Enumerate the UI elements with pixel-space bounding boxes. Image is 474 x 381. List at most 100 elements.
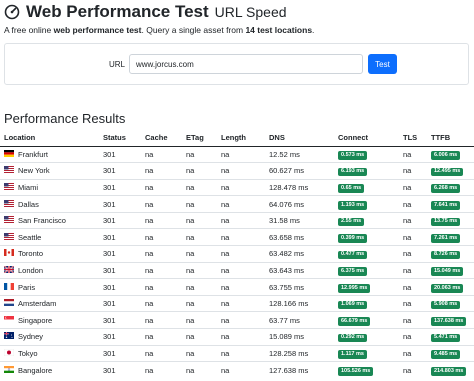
tls-cell: na xyxy=(399,361,427,379)
length-cell: na xyxy=(217,328,265,346)
tls-cell: na xyxy=(399,261,427,279)
fr-flag-icon xyxy=(4,282,14,290)
ttfb-badge: 6.268 ms xyxy=(431,184,461,193)
dns-cell: 64.076 ms xyxy=(265,195,334,213)
cache-cell: na xyxy=(141,278,182,296)
dns-cell: 60.627 ms xyxy=(265,162,334,180)
table-row: Singapore 301 na na na 63.77 ms 66.679 ms na 137… xyxy=(0,311,474,329)
location-name: Amsterdam xyxy=(18,299,57,309)
ttfb-cell: 8.726 ms xyxy=(427,245,474,263)
connect-cell: 6.193 ms xyxy=(334,162,399,180)
cache-cell: na xyxy=(141,211,182,229)
length-cell: na xyxy=(217,344,265,362)
location-name: Frankfurt xyxy=(18,149,49,159)
us-flag-icon xyxy=(4,232,14,240)
dns-cell: 63.755 ms xyxy=(265,278,334,296)
length-cell: na xyxy=(217,278,265,296)
col-tls-header: TLS xyxy=(399,130,427,147)
status-cell: 301 xyxy=(99,328,141,346)
col-length-header: Length xyxy=(217,130,265,147)
table-row: New York 301 na na na 60.627 ms 6.193 ms na 12.4… xyxy=(0,162,474,180)
location-cell: Singapore xyxy=(0,311,99,329)
connect-badge: 6.193 ms xyxy=(338,167,368,177)
dns-cell: 15.089 ms xyxy=(265,328,334,346)
dns-cell: 63.643 ms xyxy=(265,261,334,279)
ttfb-cell: 7.261 ms xyxy=(427,228,474,246)
etag-cell: na xyxy=(182,344,217,362)
url-form: URL Test xyxy=(4,43,469,85)
cache-cell: na xyxy=(141,195,182,213)
cache-cell: na xyxy=(141,145,182,163)
etag-cell: na xyxy=(182,294,217,312)
location-cell: Frankfurt xyxy=(0,145,99,163)
tls-cell: na xyxy=(399,278,427,296)
connect-cell: 0.399 ms xyxy=(334,228,399,246)
tls-cell: na xyxy=(399,211,427,229)
location-name: Bangalore xyxy=(18,365,53,375)
etag-cell: na xyxy=(182,162,217,180)
status-cell: 301 xyxy=(99,245,141,263)
table-row: Seattle 301 na na na 63.658 ms 0.399 ms na 7.261… xyxy=(0,228,474,246)
dns-cell: 31.58 ms xyxy=(265,211,334,229)
etag-cell: na xyxy=(182,178,217,196)
page-title: Web Performance Test xyxy=(26,2,209,21)
connect-badge: 0.292 ms xyxy=(338,333,368,343)
status-cell: 301 xyxy=(99,361,141,379)
tls-cell: na xyxy=(399,145,427,163)
de-flag-icon xyxy=(4,149,14,157)
connect-cell: 0.477 ms xyxy=(334,245,399,263)
ttfb-cell: 137.638 ms xyxy=(427,311,474,329)
ttfb-cell: 7.641 ms xyxy=(427,195,474,213)
location-cell: Miami xyxy=(0,178,99,196)
tls-cell: na xyxy=(399,311,427,329)
connect-cell: 0.573 ms xyxy=(334,145,399,163)
ttfb-cell: 5.471 ms xyxy=(427,328,474,346)
col-dns-header: DNS xyxy=(265,130,334,147)
table-row: Dallas 301 na na na 64.076 ms 1.193 ms na 7.641 … xyxy=(0,195,474,213)
length-cell: na xyxy=(217,361,265,379)
table-row: Sydney 301 na na na 15.089 ms 0.292 ms na 5.471 … xyxy=(0,328,474,346)
url-input[interactable] xyxy=(129,54,363,74)
connect-cell: 6.375 ms xyxy=(334,261,399,279)
ttfb-badge: 7.261 ms xyxy=(431,234,461,243)
status-cell: 301 xyxy=(99,211,141,229)
connect-cell: 1.117 ms xyxy=(334,344,399,362)
ttfb-badge: 6.006 ms xyxy=(431,151,461,160)
table-row: Bangalore 301 na na na 127.638 ms 105.526 ms na… xyxy=(0,361,474,379)
sg-flag-icon xyxy=(4,315,14,323)
results-table: Location Status Cache ETag Length DNS Connect T… xyxy=(0,130,474,379)
table-row: Paris 301 na na na 63.755 ms 12.995 ms na 20.063… xyxy=(0,278,474,296)
tls-cell: na xyxy=(399,178,427,196)
dns-cell: 128.166 ms xyxy=(265,294,334,312)
speedometer-icon xyxy=(4,4,20,20)
intro-text: A free online web performance test. Quer… xyxy=(4,25,315,35)
status-cell: 301 xyxy=(99,311,141,329)
tls-cell: na xyxy=(399,162,427,180)
ttfb-badge: 5.908 ms xyxy=(431,300,461,310)
test-button[interactable]: Test xyxy=(368,54,397,74)
etag-cell: na xyxy=(182,145,217,163)
cache-cell: na xyxy=(141,311,182,329)
page-header: Web Performance Test URL Speed xyxy=(4,2,287,22)
etag-cell: na xyxy=(182,211,217,229)
table-row: London 301 na na na 63.643 ms 6.375 ms na 15.049… xyxy=(0,261,474,279)
cache-cell: na xyxy=(141,261,182,279)
status-cell: 301 xyxy=(99,195,141,213)
cache-cell: na xyxy=(141,245,182,263)
table-header-row: Location Status Cache ETag Length DNS Connect T… xyxy=(0,130,474,147)
table-row: Tokyo 301 na na na 128.258 ms 1.117 ms na 9.485 … xyxy=(0,344,474,362)
cache-cell: na xyxy=(141,178,182,196)
col-etag-header: ETag xyxy=(182,130,217,147)
location-name: Tokyo xyxy=(18,348,38,358)
connect-cell: 2.55 ms xyxy=(334,211,399,229)
location-cell: Paris xyxy=(0,278,99,296)
connect-badge: 1.117 ms xyxy=(338,350,367,359)
location-cell: Bangalore xyxy=(0,361,99,379)
connect-badge: 105.526 ms xyxy=(338,367,374,376)
table-row: Miami 301 na na na 128.478 ms 0.65 ms na 6.268 m… xyxy=(0,178,474,196)
etag-cell: na xyxy=(182,195,217,213)
ttfb-badge: 9.485 ms xyxy=(431,350,461,359)
us-flag-icon xyxy=(4,199,14,207)
dns-cell: 63.482 ms xyxy=(265,245,334,263)
gb-flag-icon xyxy=(3,265,15,274)
